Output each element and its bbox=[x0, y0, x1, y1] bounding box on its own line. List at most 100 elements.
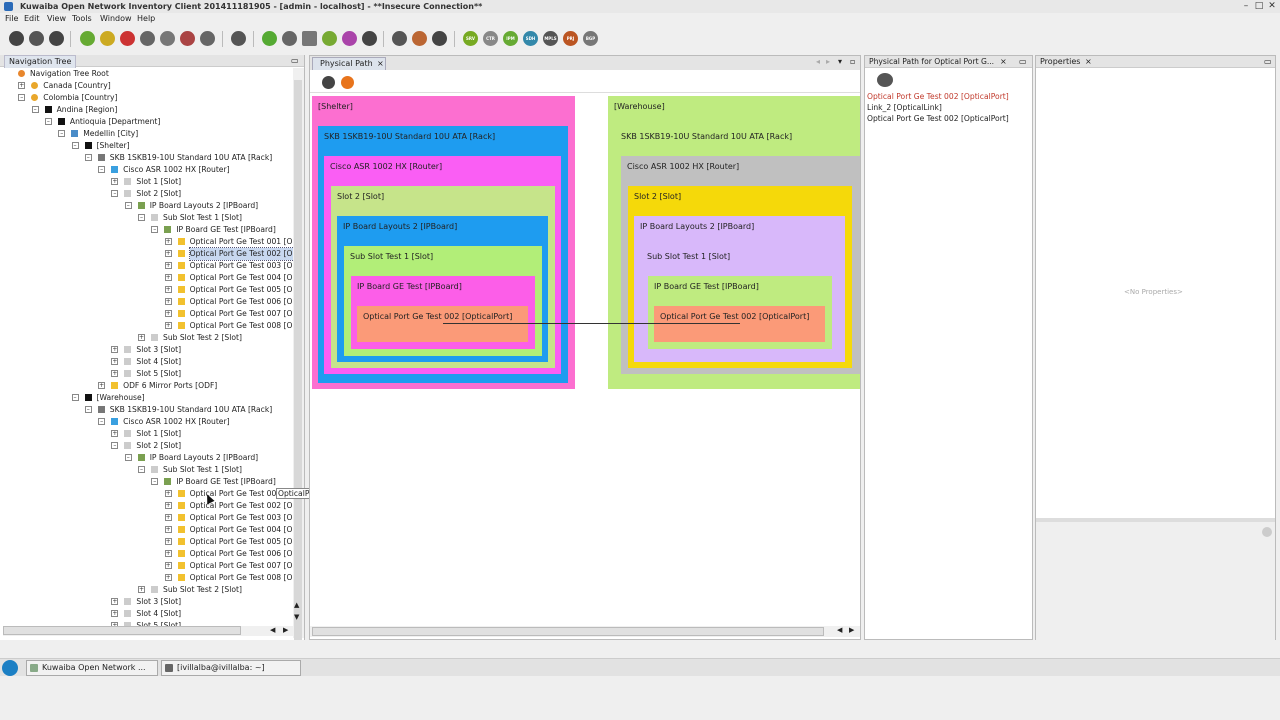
minimize-panel-icon[interactable]: ▭ bbox=[1264, 56, 1272, 68]
tree-node[interactable]: + Optical Port Ge Test 008 [Opt bbox=[0, 320, 294, 332]
tree-node[interactable]: – Medellin [City] bbox=[0, 128, 294, 140]
collapse-icon[interactable]: – bbox=[124, 454, 132, 461]
navigation-tree-tab[interactable]: Navigation Tree bbox=[4, 55, 77, 68]
search-icon[interactable] bbox=[9, 31, 24, 46]
data-model-icon[interactable] bbox=[80, 31, 95, 46]
tree-node[interactable]: – IP Board GE Test [IPBoard] bbox=[0, 476, 294, 488]
tree-node[interactable]: – [Shelter] bbox=[0, 140, 294, 152]
menu-help[interactable]: Help bbox=[137, 13, 155, 25]
collapse-icon[interactable]: – bbox=[151, 226, 159, 233]
add-object-icon[interactable] bbox=[262, 31, 277, 46]
expand-icon[interactable]: + bbox=[111, 370, 119, 377]
clock-icon[interactable] bbox=[432, 31, 447, 46]
scroll-left-icon[interactable]: ◀ bbox=[837, 626, 842, 634]
templates-icon[interactable] bbox=[180, 31, 195, 46]
expand-icon[interactable]: + bbox=[164, 550, 172, 557]
collapse-icon[interactable]: – bbox=[84, 406, 92, 413]
expand-icon[interactable]: + bbox=[164, 298, 172, 305]
tree-node[interactable]: – Slot 2 [Slot] bbox=[0, 188, 294, 200]
tree-node[interactable]: – Sub Slot Test 1 [Slot] bbox=[0, 464, 294, 476]
start-menu-icon[interactable] bbox=[2, 660, 18, 676]
tree-node[interactable]: + Optical Port Ge Test 001 [Opt bbox=[0, 236, 294, 248]
menu-window[interactable]: Window bbox=[100, 13, 132, 25]
path-item[interactable]: Link_2 [OpticalLink] bbox=[867, 102, 1009, 113]
collapse-icon[interactable]: – bbox=[31, 106, 39, 113]
tree-node[interactable]: + Optical Port Ge Test 005 [Opt bbox=[0, 536, 294, 548]
topology-icon[interactable] bbox=[342, 31, 357, 46]
favorites-icon[interactable] bbox=[49, 31, 64, 46]
tree-node[interactable]: + Optical Port Ge Test 002 [Opt bbox=[0, 500, 294, 512]
favorite-star-icon[interactable] bbox=[100, 31, 115, 46]
optical-port-node[interactable]: Optical Port Ge Test 002 [OpticalPort] bbox=[357, 306, 528, 342]
optical-port-node[interactable]: Optical Port Ge Test 002 [OpticalPort] bbox=[654, 306, 825, 342]
tree-node[interactable]: Navigation Tree Root bbox=[0, 68, 294, 80]
tree-node[interactable]: + Slot 4 [Slot] bbox=[0, 356, 294, 368]
collapse-icon[interactable]: – bbox=[98, 418, 106, 425]
tree-node[interactable]: + Optical Port Ge Test 006 [Opt bbox=[0, 548, 294, 560]
projects-icon[interactable]: PRJ bbox=[563, 31, 578, 46]
expand-icon[interactable]: + bbox=[111, 346, 119, 353]
minimize-panel-icon[interactable]: ▭ bbox=[1019, 56, 1027, 68]
expand-icon[interactable]: + bbox=[164, 238, 172, 245]
tree-node[interactable]: + Slot 3 [Slot] bbox=[0, 344, 294, 356]
tree-node[interactable]: + Optical Port Ge Test 001 bbox=[0, 488, 294, 500]
maximize-panel-icon[interactable]: ▫ bbox=[850, 57, 855, 66]
expand-icon[interactable]: + bbox=[111, 610, 119, 617]
document-icon[interactable] bbox=[302, 31, 317, 46]
tree-node[interactable]: – SKB 1SKB19-10U Standard 10U ATA [Rack] bbox=[0, 152, 294, 164]
expand-icon[interactable]: + bbox=[164, 574, 172, 581]
expand-icon[interactable]: + bbox=[164, 538, 172, 545]
tree-node[interactable]: + Optical Port Ge Test 004 [Opt bbox=[0, 524, 294, 536]
tools-icon[interactable] bbox=[231, 31, 246, 46]
expand-icon[interactable]: + bbox=[111, 430, 119, 437]
reports-icon[interactable] bbox=[322, 31, 337, 46]
horizontal-scrollbar[interactable]: ◀ ▶ bbox=[310, 626, 860, 637]
expand-icon[interactable]: + bbox=[164, 490, 172, 497]
collapse-icon[interactable]: – bbox=[84, 154, 92, 161]
users-icon[interactable] bbox=[160, 31, 175, 46]
help-icon[interactable] bbox=[1262, 527, 1272, 537]
expand-icon[interactable]: + bbox=[98, 382, 106, 389]
tree-node[interactable]: + Optical Port Ge Test 004 [Opt bbox=[0, 272, 294, 284]
collapse-icon[interactable]: – bbox=[18, 94, 26, 101]
expand-icon[interactable]: + bbox=[164, 502, 172, 509]
user-icon[interactable] bbox=[362, 31, 377, 46]
service-manager-icon[interactable]: SRV bbox=[463, 31, 478, 46]
tree-node[interactable]: – Andina [Region] bbox=[0, 104, 294, 116]
tree-node[interactable]: + Canada [Country] bbox=[0, 80, 294, 92]
tree-node[interactable]: + Optical Port Ge Test 005 [Opt bbox=[0, 284, 294, 296]
tree-node[interactable]: – Cisco ASR 1002 HX [Router] bbox=[0, 416, 294, 428]
expand-icon[interactable]: + bbox=[111, 358, 119, 365]
scrollbar-thumb[interactable] bbox=[294, 80, 302, 640]
path-item[interactable]: Optical Port Ge Test 002 [OpticalPort] bbox=[867, 91, 1009, 102]
collapse-icon[interactable]: – bbox=[111, 442, 119, 449]
tree-node[interactable]: – IP Board GE Test [IPBoard] bbox=[0, 224, 294, 236]
optical-link-line[interactable] bbox=[443, 323, 740, 324]
refresh-view-icon[interactable] bbox=[341, 76, 354, 89]
expand-icon[interactable]: + bbox=[111, 178, 119, 185]
expand-icon[interactable]: + bbox=[164, 514, 172, 521]
tree-node[interactable]: + ODF 6 Mirror Ports [ODF] bbox=[0, 380, 294, 392]
close-tab-icon[interactable]: × bbox=[1000, 56, 1007, 68]
scrollbar-thumb[interactable] bbox=[3, 626, 241, 635]
scroll-right-icon[interactable]: ▶ bbox=[849, 626, 854, 634]
tree-node[interactable]: – SKB 1SKB19-10U Standard 10U ATA [Rack] bbox=[0, 404, 294, 416]
path-list-title[interactable]: Physical Path for Optical Port G... bbox=[869, 56, 994, 68]
expand-icon[interactable]: + bbox=[164, 322, 172, 329]
list-manager-icon[interactable] bbox=[140, 31, 155, 46]
attachments-icon[interactable] bbox=[200, 31, 215, 46]
ip-manager-icon[interactable]: IPM bbox=[503, 31, 518, 46]
expand-icon[interactable]: + bbox=[164, 262, 172, 269]
link-path-icon[interactable] bbox=[877, 73, 893, 87]
tab-physical-path[interactable]: Physical Path × bbox=[312, 57, 386, 70]
expand-icon[interactable]: + bbox=[138, 334, 145, 341]
expand-icon[interactable]: + bbox=[164, 310, 172, 317]
chevron-down-icon[interactable]: ▾ bbox=[838, 57, 842, 66]
scroll-right-tabs-icon[interactable]: ▸ bbox=[826, 57, 830, 66]
properties-title[interactable]: Properties bbox=[1040, 56, 1080, 68]
expand-icon[interactable]: + bbox=[111, 598, 119, 605]
tree-node[interactable]: – Antioquia [Department] bbox=[0, 116, 294, 128]
scroll-right-icon[interactable]: ▶ bbox=[283, 626, 288, 634]
warehouse-icon[interactable] bbox=[412, 31, 427, 46]
expand-icon[interactable]: + bbox=[164, 286, 172, 293]
